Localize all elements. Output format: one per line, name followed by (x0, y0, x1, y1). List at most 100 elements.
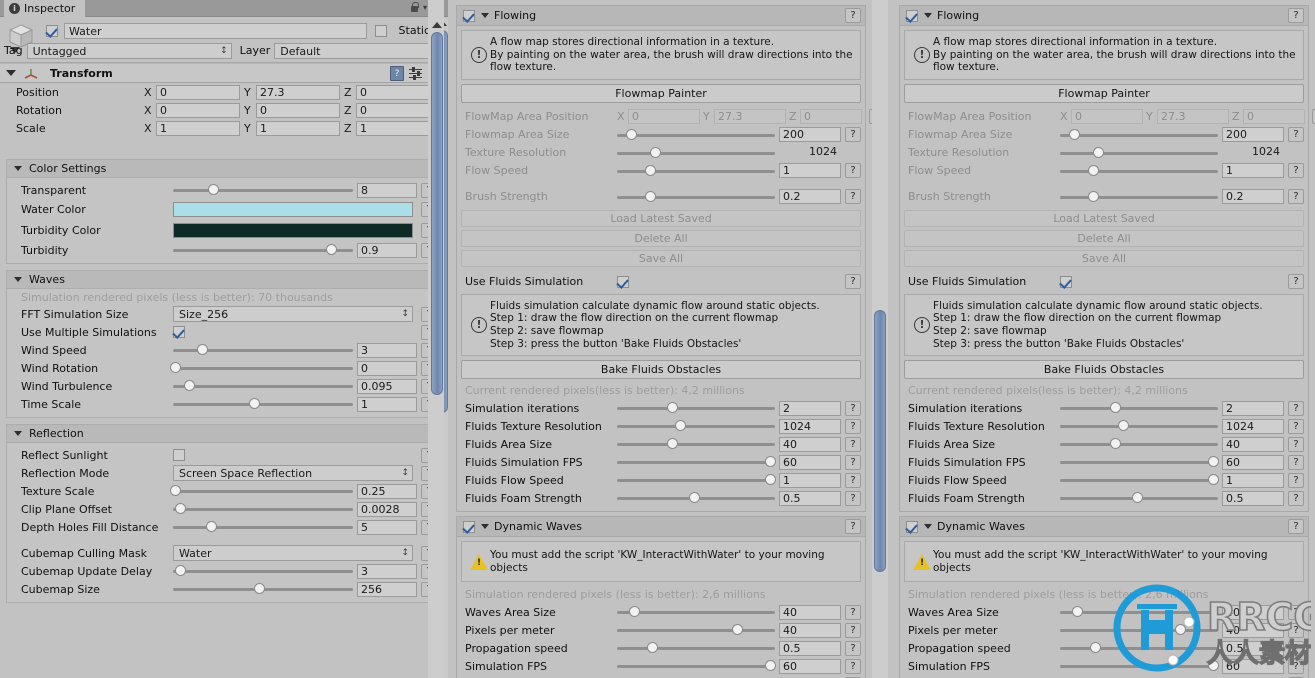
help-icon[interactable]: ? (845, 436, 861, 452)
help-icon[interactable]: ? (845, 658, 861, 674)
position-x-input[interactable]: 0 (156, 84, 240, 100)
scale-x-input[interactable]: 1 (156, 120, 240, 136)
color-settings-header[interactable]: Color Settings (7, 160, 441, 178)
transform-foldout-icon[interactable] (6, 70, 16, 76)
help-icon[interactable]: ? (1288, 189, 1304, 205)
help-icon[interactable]: ? (845, 604, 861, 620)
brush-strength-value[interactable]: 0.2 (1222, 189, 1284, 205)
help-icon[interactable]: ? (845, 622, 861, 638)
texture-resolution-slider[interactable] (1060, 146, 1218, 160)
rotation-x-input[interactable]: 0 (156, 102, 240, 118)
simulation-iterations-value[interactable]: 2 (1222, 400, 1284, 416)
clip-plane-offset-slider[interactable] (173, 502, 353, 516)
fluids-foam-strength-slider[interactable] (617, 491, 775, 505)
help-book-icon[interactable]: ? (390, 66, 404, 81)
secondary-scrollbar[interactable] (872, 0, 888, 678)
help-icon[interactable]: ? (845, 400, 861, 416)
texture-resolution-slider[interactable] (617, 146, 775, 160)
dynamic-waves-header[interactable]: Dynamic Waves ? (457, 517, 865, 538)
pixels-per-meter-slider[interactable] (1060, 623, 1218, 637)
save-all-button[interactable]: Save All (461, 249, 861, 267)
wind-rotation-slider[interactable] (169, 361, 353, 375)
flowmap-position-y-input[interactable]: 27.3 (1157, 109, 1229, 125)
help-icon[interactable]: ? (845, 189, 861, 205)
delete-all-button[interactable]: Delete All (461, 229, 861, 247)
texture-scale-slider[interactable] (169, 484, 353, 498)
gameobject-enabled-checkbox[interactable] (46, 24, 58, 37)
cubemap-update-delay-value[interactable]: 3 (357, 563, 417, 579)
help-icon[interactable]: ? (1288, 490, 1304, 506)
flowing-header[interactable]: Flowing ? (457, 6, 865, 26)
cubemap-update-delay-slider[interactable] (173, 564, 353, 578)
transparent-slider[interactable] (173, 183, 353, 197)
wind-speed-value[interactable]: 3 (357, 342, 417, 358)
fluids-texture-resolution-value[interactable]: 1024 (779, 418, 841, 434)
inspector-scrollbar-thumb[interactable] (431, 32, 443, 395)
flowmap-position-x-input[interactable]: 0 (628, 109, 700, 125)
water-color-swatch[interactable] (173, 201, 413, 217)
rotation-y-input[interactable]: 0 (256, 102, 340, 118)
help-icon[interactable]: ? (1288, 163, 1304, 179)
help-icon[interactable]: ? (1288, 622, 1304, 638)
fluids-simulation-fps-value[interactable]: 60 (779, 454, 841, 470)
help-icon[interactable]: ? (845, 519, 861, 535)
waves-area-size-value[interactable]: 40 (779, 604, 841, 620)
use-multiple-simulations-checkbox[interactable] (173, 326, 185, 338)
fluids-flow-speed-value[interactable]: 1 (1222, 472, 1284, 488)
help-icon[interactable]: ? (1288, 640, 1304, 656)
dynamic-waves-enabled-checkbox[interactable] (906, 520, 918, 533)
help-icon[interactable]: ? (845, 454, 861, 470)
propagation-speed-slider[interactable] (617, 641, 775, 655)
flowmap-area-size-slider[interactable] (1060, 128, 1218, 142)
flowmap-position-z-input[interactable]: 0 (800, 109, 862, 125)
simulation-fps-value[interactable]: 60 (1222, 658, 1284, 674)
fft-simulation-size-dropdown[interactable]: Size_256 (173, 306, 413, 322)
simulation-fps-value[interactable]: 60 (779, 658, 841, 674)
scroll-up-arrow-icon[interactable] (432, 22, 442, 28)
transform-component-header[interactable]: Transform ? ⚙ (0, 63, 448, 83)
help-icon[interactable]: ? (845, 8, 861, 23)
help-icon[interactable]: ? (845, 127, 861, 143)
use-fluids-simulation-checkbox[interactable] (1060, 275, 1072, 288)
fluids-foam-strength-value[interactable]: 0.5 (779, 490, 841, 506)
load-latest-saved-button[interactable]: Load Latest Saved (461, 209, 861, 227)
fluids-area-size-slider[interactable] (1060, 437, 1218, 451)
wind-rotation-value[interactable]: 0 (357, 360, 417, 376)
flowmap-position-y-input[interactable]: 27.3 (714, 109, 786, 125)
help-icon[interactable]: ? (1288, 418, 1304, 434)
depth-holes-fill-distance-value[interactable]: 5 (357, 519, 417, 535)
flowing-foldout-icon[interactable] (481, 13, 489, 18)
texture-scale-value[interactable]: 0.25 (357, 483, 417, 499)
lock-icon[interactable] (410, 2, 419, 13)
fluids-foam-strength-value[interactable]: 0.5 (1222, 490, 1284, 506)
propagation-speed-value[interactable]: 0.5 (1222, 640, 1284, 656)
help-icon[interactable]: ? (845, 418, 861, 434)
help-icon[interactable]: ? (1288, 274, 1304, 290)
flowing-header-copy[interactable]: Flowing ? (900, 6, 1308, 26)
wind-speed-slider[interactable] (173, 343, 353, 357)
dynamic-waves-foldout-icon[interactable] (481, 524, 489, 530)
simulation-fps-slider[interactable] (1060, 659, 1220, 673)
layer-dropdown[interactable]: Default (274, 42, 444, 59)
fluids-simulation-fps-slider[interactable] (1060, 455, 1220, 469)
static-checkbox[interactable] (374, 24, 387, 37)
flowmap-position-z-input[interactable]: 0 (1243, 109, 1305, 125)
time-scale-value[interactable]: 1 (357, 396, 417, 412)
pixels-per-meter-value[interactable]: 40 (779, 622, 841, 638)
tag-dropdown[interactable]: Untagged (26, 42, 232, 59)
brush-strength-value[interactable]: 0.2 (779, 189, 841, 205)
save-all-button[interactable]: Save All (904, 249, 1304, 267)
waves-foldout-icon[interactable] (14, 277, 22, 282)
reflection-foldout-icon[interactable] (14, 431, 22, 436)
turbidity-slider[interactable] (173, 243, 353, 257)
gameobject-name-input[interactable]: Water (64, 22, 367, 39)
help-icon[interactable]: ? (1288, 454, 1304, 470)
reflect-sunlight-checkbox[interactable] (173, 449, 185, 461)
waves-area-size-slider[interactable] (1060, 605, 1218, 619)
help-icon[interactable]: ? (1288, 127, 1304, 143)
help-icon[interactable]: ? (845, 472, 861, 488)
help-icon[interactable]: ? (1288, 519, 1304, 535)
dynamic-waves-enabled-checkbox[interactable] (463, 520, 475, 533)
flowing-enabled-checkbox[interactable] (906, 9, 918, 22)
flow-speed-slider[interactable] (1060, 164, 1218, 178)
